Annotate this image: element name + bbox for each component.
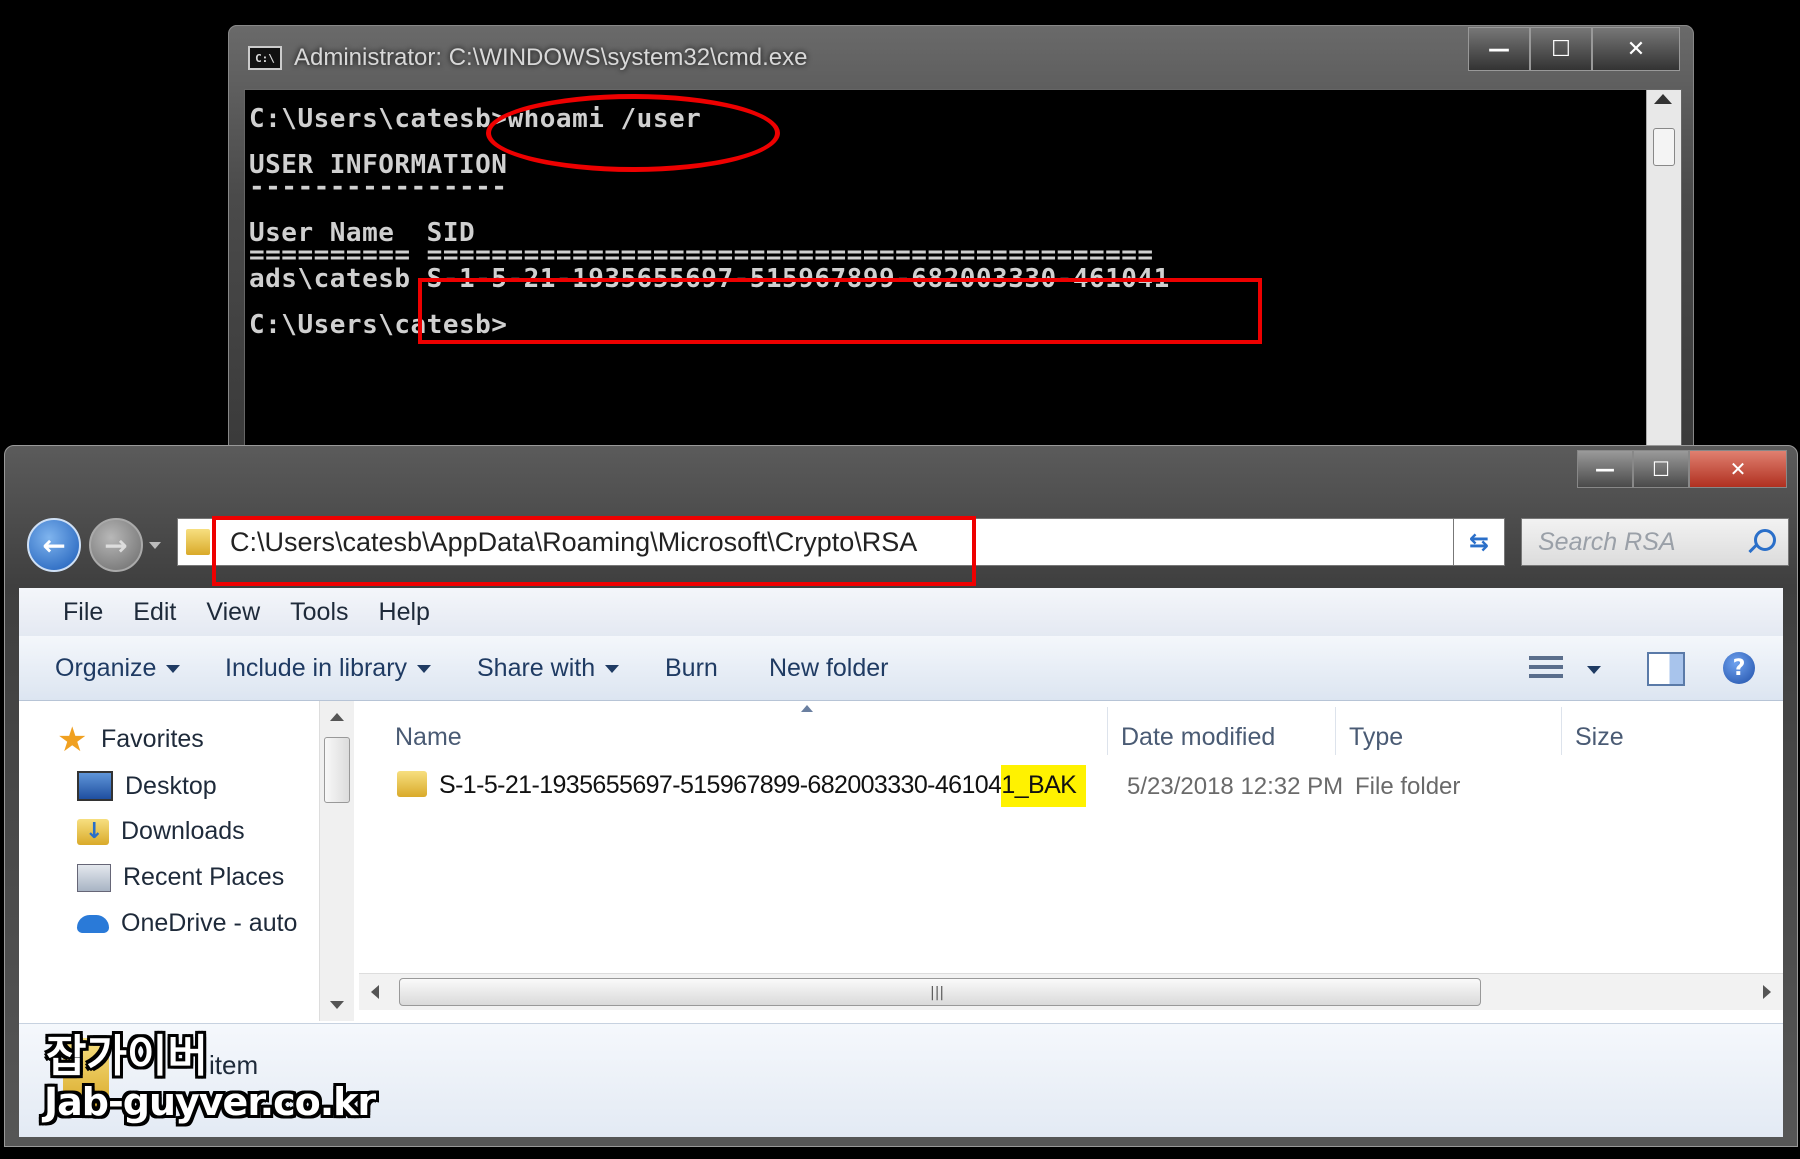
new-folder-button[interactable]: New folder — [769, 654, 889, 683]
scroll-grip: ||| — [930, 985, 945, 1001]
nav-downloads-label: Downloads — [121, 817, 245, 845]
search-icon[interactable] — [1754, 529, 1776, 551]
minimize-button[interactable]: — — [1577, 450, 1633, 488]
share-with-button[interactable]: Share with — [477, 654, 620, 683]
close-button[interactable]: ✕ — [1592, 27, 1680, 71]
maximize-button[interactable]: ☐ — [1530, 27, 1592, 71]
column-divider[interactable] — [1561, 707, 1562, 755]
downloads-icon — [77, 818, 109, 845]
scroll-down-arrow-icon[interactable] — [330, 1001, 344, 1009]
file-list: Name Date modified Type Size S-1-5-21-19… — [359, 701, 1783, 1021]
help-icon[interactable]: ? — [1723, 652, 1755, 684]
watermark-korean: 잡가이버 — [46, 1031, 208, 1082]
nav-onedrive[interactable]: OneDrive - auto — [77, 909, 297, 938]
cmd-vertical-scrollbar[interactable] — [1646, 90, 1681, 454]
nav-desktop[interactable]: Desktop — [77, 771, 217, 801]
chevron-down-icon — [166, 664, 181, 673]
organize-button[interactable]: Organize — [55, 654, 181, 683]
red-rect-annotation-address — [212, 516, 976, 586]
scroll-thumb[interactable] — [1653, 128, 1675, 166]
preview-pane-icon[interactable] — [1647, 652, 1685, 686]
recent-pages-chevron-icon[interactable] — [149, 542, 161, 549]
column-header-type[interactable]: Type — [1349, 723, 1403, 752]
search-input[interactable]: Search RSA — [1521, 518, 1789, 566]
forward-button[interactable]: → — [89, 518, 143, 572]
scroll-thumb[interactable] — [324, 737, 350, 803]
search-placeholder: Search RSA — [1538, 528, 1676, 556]
menu-help[interactable]: Help — [379, 598, 430, 627]
include-in-library-button[interactable]: Include in library — [225, 654, 432, 683]
nav-desktop-label: Desktop — [125, 771, 217, 800]
nav-favorites-label: Favorites — [101, 725, 204, 753]
view-chevron-down-icon[interactable] — [1587, 666, 1601, 674]
recent-places-icon — [77, 863, 111, 892]
burn-button[interactable]: Burn — [665, 654, 718, 683]
file-name[interactable]: S-1-5-21-1935655697-515967899-682003330-… — [439, 765, 1087, 807]
file-type: File folder — [1355, 773, 1461, 800]
menu-edit[interactable]: Edit — [133, 598, 176, 627]
column-header-name[interactable]: Name — [395, 723, 462, 752]
view-options-icon[interactable] — [1529, 656, 1563, 682]
menu-bar: File Edit View Tools Help — [19, 588, 1783, 637]
menu-file[interactable]: File — [63, 598, 103, 627]
column-divider[interactable] — [1107, 707, 1108, 755]
column-header-date-modified[interactable]: Date modified — [1121, 723, 1275, 752]
red-rect-annotation-sid — [418, 278, 1262, 344]
column-header-size[interactable]: Size — [1575, 723, 1624, 752]
scroll-thumb[interactable]: ||| — [399, 978, 1481, 1006]
close-button[interactable]: ✕ — [1689, 450, 1787, 488]
cmd-window: C:\ Administrator: C:\WINDOWS\system32\c… — [228, 25, 1694, 455]
horizontal-scrollbar[interactable]: ||| — [359, 973, 1783, 1010]
back-button[interactable]: ← — [27, 518, 81, 572]
nav-onedrive-label: OneDrive - auto — [121, 909, 298, 937]
explorer-content: ★ Favorites Desktop Downloads Recent Pla… — [19, 701, 1783, 1137]
minimize-button[interactable]: — — [1468, 27, 1530, 71]
nav-recent-places[interactable]: Recent Places — [77, 863, 284, 892]
onedrive-cloud-icon — [77, 914, 109, 933]
command-bar: Organize Include in library Share with B… — [19, 636, 1783, 701]
watermark-url: Jab-guyver.co.kr — [44, 1080, 376, 1124]
file-date-modified: 5/23/2018 12:32 PM — [1127, 773, 1344, 800]
desktop-icon — [77, 771, 113, 801]
scroll-up-arrow-icon[interactable] — [330, 713, 344, 721]
chevron-down-icon — [605, 664, 620, 673]
console-output: C:\Users\catesb>whoami /user USER INFORM… — [247, 106, 1169, 340]
file-name-highlight: 1_BAK — [1001, 765, 1087, 807]
cmd-titlebar: C:\ Administrator: C:\WINDOWS\system32\c… — [248, 41, 807, 75]
scroll-up-arrow-icon[interactable] — [1654, 94, 1672, 104]
scroll-left-arrow-icon[interactable] — [371, 985, 379, 999]
explorer-window-controls: — ☐ ✕ — [1577, 450, 1787, 488]
chevron-down-icon — [417, 664, 432, 673]
console-line: ---------------- — [249, 172, 508, 202]
navpane-vertical-scrollbar[interactable] — [319, 701, 354, 1021]
cmd-window-controls: — ☐ ✕ — [1468, 27, 1680, 71]
cmd-window-title: Administrator: C:\WINDOWS\system32\cmd.e… — [294, 44, 808, 71]
menu-view[interactable]: View — [206, 598, 260, 627]
nav-favorites[interactable]: ★ Favorites — [57, 720, 204, 759]
folder-icon — [397, 771, 427, 797]
folder-icon — [186, 529, 210, 555]
menu-tools[interactable]: Tools — [290, 598, 348, 627]
navigation-pane: ★ Favorites Desktop Downloads Recent Pla… — [19, 701, 354, 1021]
sort-ascending-icon — [801, 705, 813, 712]
file-name-main: S-1-5-21-1935655697-515967899-682003330-… — [439, 771, 1002, 799]
star-icon: ★ — [57, 720, 88, 759]
include-in-library-label: Include in library — [225, 654, 408, 682]
item-count: item — [209, 1050, 259, 1080]
nav-downloads[interactable]: Downloads — [77, 817, 245, 846]
red-ellipse-annotation — [486, 94, 780, 172]
cmd-console[interactable]: C:\Users\catesb>whoami /user USER INFORM… — [244, 89, 1682, 455]
share-with-label: Share with — [477, 654, 596, 682]
maximize-button[interactable]: ☐ — [1633, 450, 1689, 488]
nav-recent-places-label: Recent Places — [123, 863, 285, 891]
organize-label: Organize — [55, 654, 157, 682]
cmd-app-icon: C:\ — [248, 46, 282, 70]
scroll-right-arrow-icon[interactable] — [1763, 985, 1771, 999]
column-divider[interactable] — [1335, 707, 1336, 755]
refresh-button[interactable]: ⇆ — [1453, 518, 1505, 566]
